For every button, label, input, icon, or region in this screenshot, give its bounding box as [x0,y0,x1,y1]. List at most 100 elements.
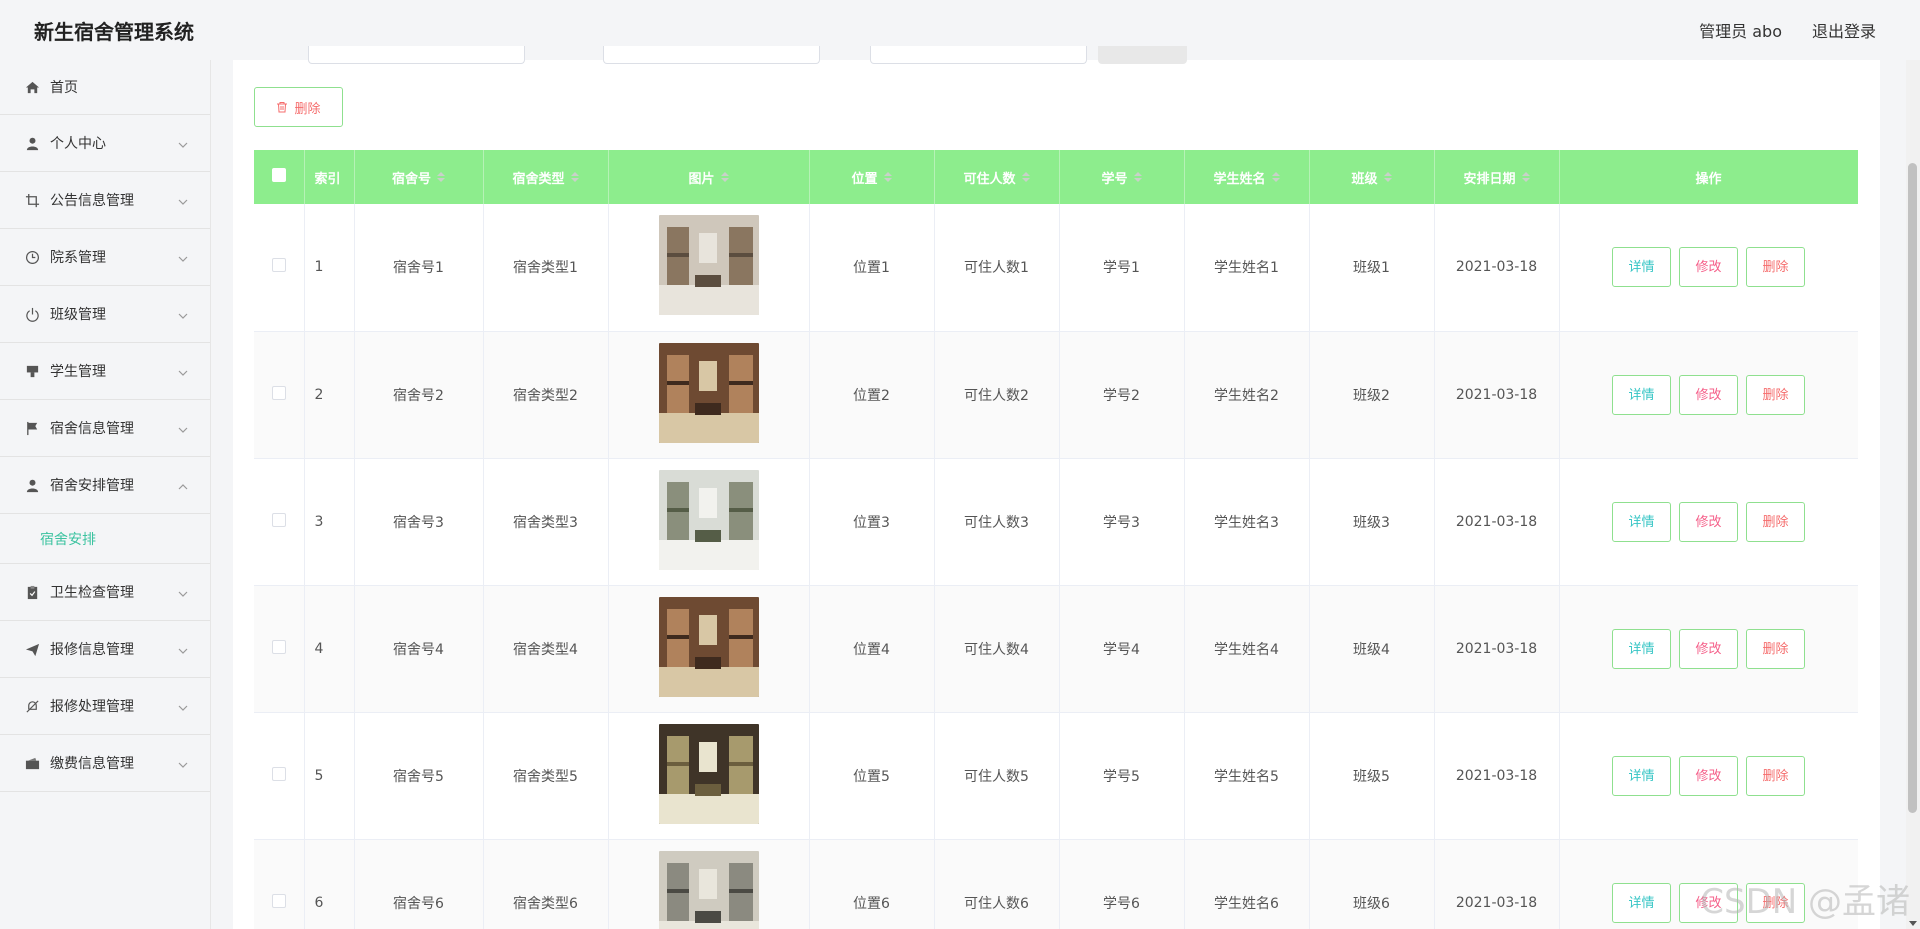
logout-link[interactable]: 退出登录 [1812,18,1876,42]
cell-student-id: 学号2 [1059,331,1185,458]
batch-delete-button[interactable]: 删除 [254,87,343,127]
delete-button[interactable]: 删除 [1746,882,1805,923]
row-checkbox[interactable] [271,512,286,527]
delete-button[interactable]: 删除 [1746,247,1805,288]
sidebar-item-department[interactable]: 院系管理 [0,229,210,286]
row-select-cell [254,204,305,331]
column-header-capacity[interactable]: 可住人数 [934,150,1060,204]
column-header-label: 可住人数 [963,171,1016,187]
sidebar-item-label: 个人中心 [50,136,106,152]
column-header-label: 学号 [1101,171,1128,187]
sidebar-item-payment[interactable]: 缴费信息管理 [0,735,210,792]
dorm-photo[interactable] [658,215,759,316]
cell-student-name: 学生姓名3 [1184,458,1310,585]
delete-button[interactable]: 删除 [1746,501,1805,542]
dorm-photo[interactable] [658,723,759,824]
column-header-student-name[interactable]: 学生姓名 [1184,150,1310,204]
dorm-photo[interactable] [658,469,759,570]
delete-button[interactable]: 删除 [1746,628,1805,669]
cell-date: 2021-03-18 [1434,204,1560,331]
column-header-image[interactable]: 图片 [608,150,810,204]
edit-button[interactable]: 修改 [1679,882,1738,923]
row-checkbox[interactable] [271,385,286,400]
cell-location: 位置5 [809,712,935,839]
edit-button[interactable]: 修改 [1679,755,1738,796]
clipboard-icon [24,584,40,600]
scroll-down-arrow-icon[interactable] [1909,919,1917,927]
scrollbar-thumb[interactable] [1908,163,1917,813]
column-header-label: 位置 [851,171,878,187]
sidebar-item-label: 报修信息管理 [50,642,134,658]
dorm-photo[interactable] [658,596,759,697]
column-header-label: 学生姓名 [1213,171,1266,187]
detail-button[interactable]: 详情 [1612,247,1671,288]
sidebar-item-student[interactable]: 学生管理 [0,343,210,400]
delete-button[interactable]: 删除 [1746,755,1805,796]
cell-image [608,204,810,331]
row-select-cell [254,585,305,712]
detail-button[interactable]: 详情 [1612,374,1671,415]
select-all-checkbox[interactable] [271,168,286,182]
column-header-label: 安排日期 [1463,171,1516,187]
send-icon [24,641,40,657]
flag-icon [24,420,40,436]
column-header-label: 班级 [1351,171,1378,187]
sidebar-item-hygiene[interactable]: 卫生检查管理 [0,564,210,621]
detail-button[interactable]: 详情 [1612,755,1671,796]
sidebar-item-notice[interactable]: 公告信息管理 [0,172,210,229]
column-header-location[interactable]: 位置 [809,150,935,204]
dorm-photo[interactable] [658,850,759,929]
column-header-label: 宿舍号 [391,171,431,187]
search-button[interactable] [1098,46,1187,64]
column-header-student-id[interactable]: 学号 [1059,150,1185,204]
row-checkbox[interactable] [271,258,286,273]
sidebar-item-class[interactable]: 班级管理 [0,286,210,343]
page-scrollbar[interactable] [1906,60,1920,929]
row-checkbox[interactable] [271,639,286,654]
dorm-photo[interactable] [658,342,759,443]
column-header-actions: 操作 [1559,150,1858,204]
row-checkbox[interactable] [271,893,286,908]
sidebar-item-home[interactable]: 首页 [0,60,210,115]
cell-image [608,331,810,458]
edit-button[interactable]: 修改 [1679,628,1738,669]
header-user-area: 管理员 abo 退出登录 [1699,18,1876,42]
sidebar-subitem-dorm-arrangement[interactable]: 宿舍安排 [0,514,210,564]
cell-date: 2021-03-18 [1434,712,1560,839]
sidebar-item-label: 缴费信息管理 [50,756,134,772]
edit-button[interactable]: 修改 [1679,374,1738,415]
delete-button[interactable]: 删除 [1746,374,1805,415]
sort-icon [437,172,445,182]
detail-button[interactable]: 详情 [1612,882,1671,923]
chevron-down-icon [178,587,188,597]
current-user-label: 管理员 abo [1699,22,1782,41]
cell-index: 4 [304,585,355,712]
sidebar-item-personal-center[interactable]: 个人中心 [0,115,210,172]
sidebar-item-dorm-info[interactable]: 宿舍信息管理 [0,400,210,457]
column-header-class[interactable]: 班级 [1309,150,1435,204]
edit-button[interactable]: 修改 [1679,247,1738,288]
cell-class: 班级2 [1309,331,1435,458]
edit-button[interactable]: 修改 [1679,501,1738,542]
bell-off-icon [24,698,40,714]
chevron-up-icon [178,480,188,490]
sidebar-item-repair-handling[interactable]: 报修处理管理 [0,678,210,735]
cell-student-name: 学生姓名6 [1184,839,1310,929]
sidebar-item-dorm-arrangement[interactable]: 宿舍安排管理 [0,457,210,514]
detail-button[interactable]: 详情 [1612,501,1671,542]
cell-index: 1 [304,204,355,331]
search-input-name[interactable] [870,46,1087,64]
detail-button[interactable]: 详情 [1612,628,1671,669]
sidebar-item-repair-info[interactable]: 报修信息管理 [0,621,210,678]
search-input-type[interactable] [603,46,820,64]
cell-type: 宿舍类型1 [483,204,609,331]
search-input-room[interactable] [308,46,525,64]
column-header-room[interactable]: 宿舍号 [354,150,484,204]
row-checkbox[interactable] [271,766,286,781]
chevron-down-icon [178,644,188,654]
column-header-date[interactable]: 安排日期 [1434,150,1560,204]
sort-icon [883,172,892,182]
cell-date: 2021-03-18 [1434,585,1560,712]
column-header-type[interactable]: 宿舍类型 [483,150,609,204]
cell-index: 6 [304,839,355,929]
